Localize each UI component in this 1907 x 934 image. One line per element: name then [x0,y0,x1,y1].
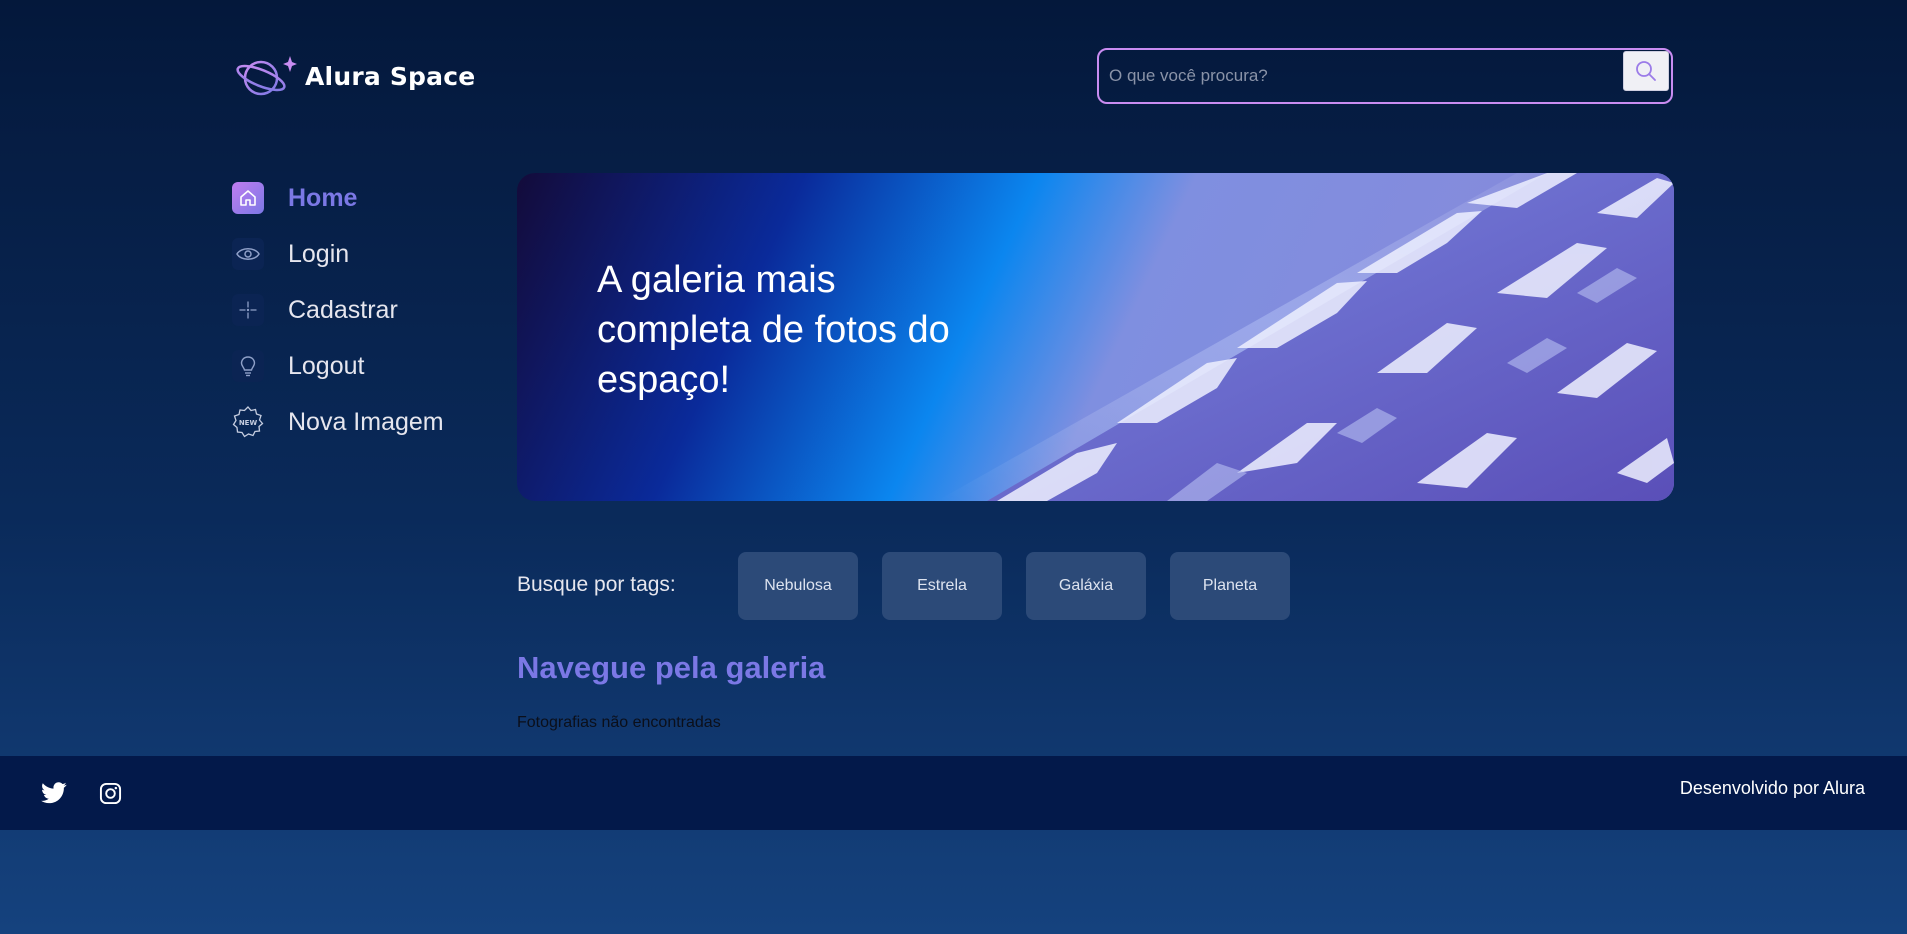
sidebar-item-cadastrar[interactable]: Cadastrar [232,282,444,338]
banner-title: A galeria mais completa de fotos do espa… [597,259,950,401]
svg-text:NEW: NEW [239,419,258,427]
gallery-title: Navegue pela galeria [517,650,826,685]
sidebar-item-home[interactable]: Home [232,170,444,226]
gallery-empty-message: Fotografias não encontradas [517,714,721,731]
search-box [1097,48,1673,104]
sidebar-item-login[interactable]: Login [232,226,444,282]
page-footer: Desenvolvido por Alura [0,756,1907,830]
sidebar-nav: Home Login Cadastrar Logout NEW Nova Ima… [232,170,444,450]
search-icon [1636,61,1656,81]
tag-planeta[interactable]: Planeta [1170,552,1290,620]
search-input[interactable] [1109,60,1609,92]
tag-nebulosa[interactable]: Nebulosa [738,552,858,620]
sidebar-item-logout[interactable]: Logout [232,338,444,394]
sidebar-item-label: Cadastrar [288,295,398,324]
eye-icon [232,238,264,270]
logo[interactable]: Alura Space [235,52,475,100]
twitter-icon[interactable] [39,778,69,808]
sidebar-item-label: Logout [288,351,365,380]
hero-banner: A galeria mais completa de fotos do espa… [517,173,1674,501]
lightbulb-icon [232,350,264,382]
footer-credit: Desenvolvido por Alura [1679,778,1865,798]
tag-estrela[interactable]: Estrela [882,552,1002,620]
sparkle-icon [232,294,264,326]
home-icon [232,182,264,214]
sidebar-item-label: Login [288,239,350,268]
new-badge-icon: NEW [232,406,264,438]
sidebar-item-nova-imagem[interactable]: NEW Nova Imagem [232,394,444,450]
search-button[interactable] [1623,51,1669,91]
tag-galaxia[interactable]: Galáxia [1026,552,1146,620]
page-header: Alura Space [0,0,1907,150]
tags-label: Busque por tags: [517,573,676,596]
instagram-icon[interactable] [95,778,125,808]
sidebar-item-label: Nova Imagem [288,407,444,436]
sidebar-item-label: Home [288,183,358,212]
logo-text: Alura Space [305,61,476,91]
planet-logo-icon [236,56,297,96]
